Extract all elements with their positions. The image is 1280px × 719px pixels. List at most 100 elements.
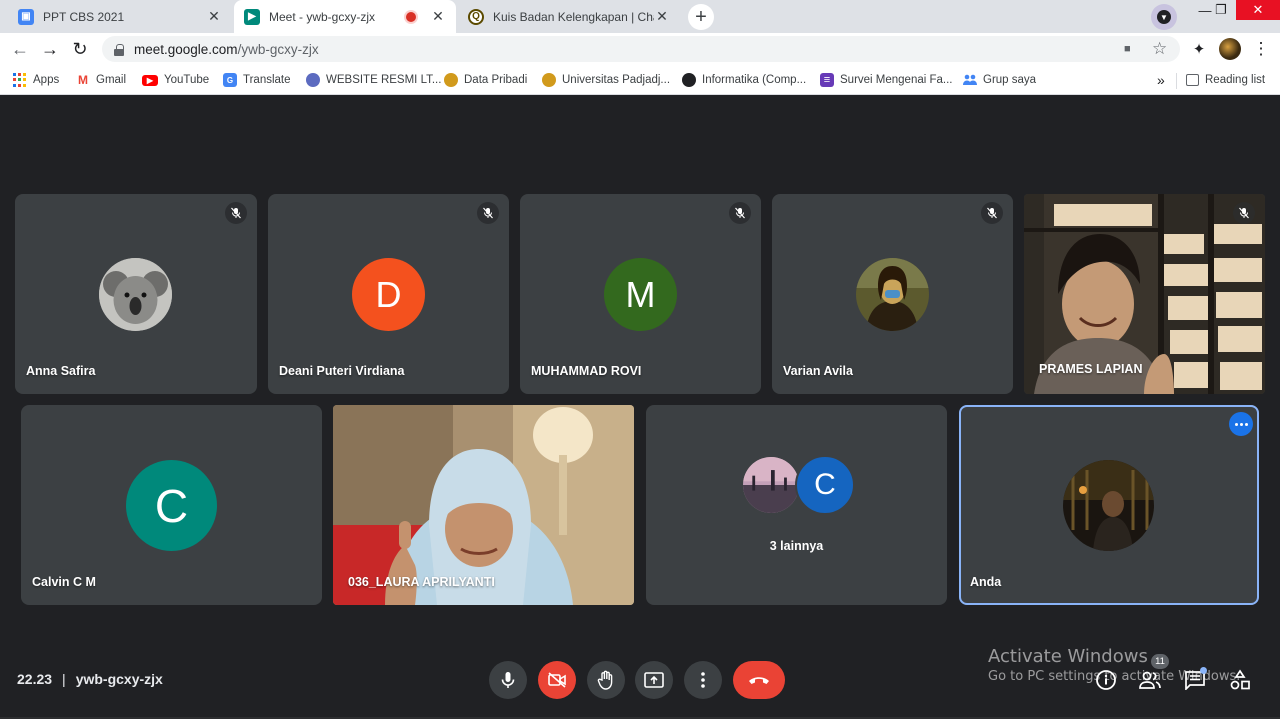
- unpad-icon: [444, 73, 458, 87]
- mic-icon: [501, 672, 515, 688]
- tab-search-button[interactable]: ▼: [1151, 4, 1177, 30]
- recording-icon: [406, 11, 416, 22]
- profile-avatar[interactable]: [1219, 38, 1241, 60]
- tab-strip: ▣ PPT CBS 2021 ✕ ▶ Meet - ywb-gcxy-zjx ✕…: [0, 0, 1280, 33]
- camera-icon[interactable]: ■: [1124, 43, 1131, 55]
- bookmark-grup-saya[interactable]: Grup saya: [963, 71, 1036, 89]
- activities-button[interactable]: [1227, 667, 1253, 693]
- leave-call-button[interactable]: [733, 661, 785, 699]
- letter-avatar: D: [352, 258, 425, 331]
- bookmark-survei[interactable]: ≡ Survei Mengenai Fa...: [820, 71, 953, 89]
- others-tile[interactable]: C 3 lainnya: [646, 405, 947, 605]
- restore-button[interactable]: ❐: [1206, 0, 1236, 20]
- translate-icon: G: [223, 73, 237, 87]
- new-tab-button[interactable]: +: [688, 4, 714, 30]
- microphone-button[interactable]: [489, 661, 527, 699]
- info-icon: [1096, 670, 1116, 690]
- star-icon[interactable]: ☆: [1152, 39, 1167, 59]
- mic-off-icon: [1233, 202, 1255, 224]
- meeting-code: ywb-gcxy-zjx: [75, 671, 163, 687]
- participant-name: Calvin C M: [32, 575, 96, 589]
- self-tile[interactable]: Anda: [959, 405, 1259, 605]
- bookmark-label: YouTube: [164, 74, 210, 86]
- slides-icon: ▣: [18, 8, 34, 25]
- back-button[interactable]: ←: [8, 37, 32, 61]
- bookmark-label: Data Pribadi: [464, 74, 528, 86]
- mic-off-icon: [477, 202, 499, 224]
- reading-list-icon: [1186, 74, 1199, 86]
- bookmark-label: Universitas Padjadj...: [562, 74, 671, 86]
- reading-list-label: Reading list: [1205, 74, 1266, 86]
- others-count-label: 3 lainnya: [769, 539, 824, 553]
- bookmark-universitas-padjadjaran[interactable]: Universitas Padjadj...: [542, 71, 670, 89]
- reading-list-button[interactable]: Reading list: [1186, 71, 1265, 89]
- chat-notification-dot: [1200, 667, 1207, 674]
- bookmarks-overflow-button[interactable]: »: [1157, 71, 1165, 89]
- close-icon[interactable]: ✕: [430, 8, 446, 25]
- participant-name: Anna Safira: [26, 364, 96, 378]
- bookmark-website-resmi[interactable]: WEBSITE RESMI LT...: [306, 71, 441, 89]
- window-close-button[interactable]: ✕: [1236, 0, 1280, 20]
- meeting-details: 22.23 | ywb-gcxy-zjx: [17, 671, 163, 687]
- bookmark-label: Translate: [243, 74, 291, 86]
- bookmark-youtube[interactable]: ▶ YouTube: [142, 71, 209, 89]
- gmail-icon: M: [76, 73, 90, 87]
- more-options-button[interactable]: [684, 661, 722, 699]
- self-avatar: [1063, 460, 1154, 551]
- meet-icon: ▶: [244, 8, 260, 25]
- hand-icon: [597, 670, 613, 690]
- browser-toolbar: ← → ↻ meet.google.com/ywb-gcxy-zjx ■ ☆ ✦…: [0, 33, 1280, 65]
- bookmark-label: Apps: [33, 74, 60, 86]
- tab-meet[interactable]: ▶ Meet - ywb-gcxy-zjx ✕: [234, 0, 456, 33]
- participant-tile[interactable]: Varian Avila: [772, 194, 1013, 394]
- present-button[interactable]: [635, 661, 673, 699]
- bookmark-divider: [1176, 73, 1177, 89]
- forms-icon: ≡: [820, 73, 834, 87]
- people-button[interactable]: [1137, 667, 1163, 693]
- participant-video-tile[interactable]: 036_LAURA APRILYANTI: [333, 405, 634, 605]
- quiz-icon: Q: [468, 8, 484, 25]
- participant-name: PRAMES LAPIAN: [1039, 362, 1143, 376]
- chevron-down-icon: ▼: [1157, 10, 1171, 24]
- people-icon: [1139, 671, 1161, 689]
- divider: |: [62, 671, 66, 687]
- bookmark-data-pribadi[interactable]: Data Pribadi: [444, 71, 527, 89]
- reload-button[interactable]: ↻: [68, 37, 92, 61]
- present-screen-icon: [644, 672, 664, 688]
- participant-tile[interactable]: D Deani Puteri Virdiana: [268, 194, 509, 394]
- tab-title: Meet - ywb-gcxy-zjx: [269, 9, 376, 24]
- more-options-button[interactable]: [1229, 412, 1253, 436]
- extensions-icon[interactable]: ✦: [1188, 38, 1210, 60]
- camera-button[interactable]: [538, 661, 576, 699]
- url-host: meet.google.com: [134, 41, 238, 57]
- participant-tile[interactable]: Anna Safira: [15, 194, 257, 394]
- tab-title: Kuis Badan Kelengkapan | Charac: [493, 9, 654, 24]
- bookmark-gmail[interactable]: M Gmail: [76, 71, 126, 89]
- bookmarks-bar: Apps M Gmail ▶ YouTube G Translate WEBSI…: [0, 65, 1280, 95]
- participant-tile[interactable]: C Calvin C M: [21, 405, 322, 605]
- participant-name: Varian Avila: [783, 364, 853, 378]
- tab-kuis[interactable]: Q Kuis Badan Kelengkapan | Charac ✕: [458, 0, 680, 33]
- camera-off-icon: [548, 672, 566, 688]
- menu-icon[interactable]: ⋮: [1250, 38, 1272, 60]
- apps-grid-icon: [13, 73, 27, 87]
- more-vert-icon: [701, 672, 705, 688]
- letter-avatar: C: [795, 455, 855, 515]
- close-icon[interactable]: ✕: [654, 8, 670, 25]
- address-bar[interactable]: meet.google.com/ywb-gcxy-zjx ■ ☆: [102, 36, 1180, 62]
- close-icon[interactable]: ✕: [206, 8, 222, 25]
- raise-hand-button[interactable]: [587, 661, 625, 699]
- meeting-details-button[interactable]: [1093, 667, 1119, 693]
- url-path: /ywb-gcxy-zjx: [237, 41, 319, 57]
- bookmark-apps[interactable]: Apps: [13, 71, 59, 89]
- tab-ppt[interactable]: ▣ PPT CBS 2021 ✕: [8, 0, 232, 33]
- participant-tile[interactable]: M MUHAMMAD ROVI: [520, 194, 761, 394]
- bookmark-translate[interactable]: G Translate: [223, 71, 291, 89]
- participant-video-tile[interactable]: PRAMES LAPIAN: [1024, 194, 1265, 394]
- bookmark-label: Gmail: [96, 74, 127, 86]
- globe-icon: [682, 73, 696, 87]
- photo-avatar: [741, 455, 801, 515]
- forward-button[interactable]: →: [38, 37, 62, 61]
- bookmark-informatika[interactable]: Informatika (Comp...: [682, 71, 806, 89]
- activities-icon: [1230, 669, 1250, 690]
